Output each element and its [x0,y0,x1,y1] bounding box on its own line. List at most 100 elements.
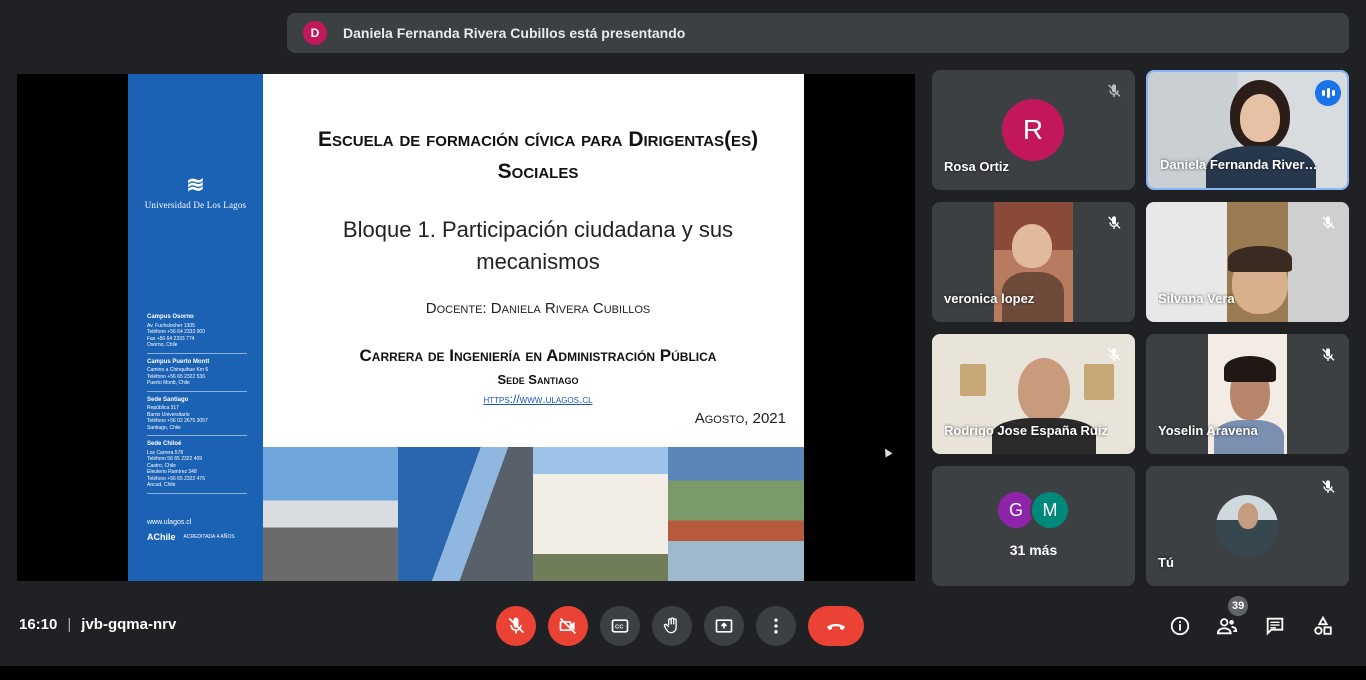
slide-sidebar: ≋ Universidad De Los Lagos Campus Osorno… [128,74,263,581]
mouse-cursor-icon [881,446,893,458]
campus-title: Sede Chiloé [147,441,182,447]
meeting-details: 16:10 | jvb-gqma-nrv [19,616,176,633]
campus-photo [668,447,804,581]
picture-frame [960,364,986,396]
meeting-info-button[interactable] [1168,614,1192,638]
slide-teacher: Docente: Daniela Rivera Cubillos [425,300,651,317]
participant-tile[interactable]: Silvana Vera [1146,202,1349,322]
university-name: Universidad De Los Lagos [144,200,247,210]
participant-tile-active[interactable]: Daniela Fernanda River… [1146,70,1349,190]
mic-off-icon [1103,344,1125,366]
presenting-text: Daniela Fernanda Rivera Cubillos está pr… [343,25,686,41]
svg-text:CC: CC [615,625,624,631]
meeting-code: jvb-gqma-nrv [81,616,177,633]
participant-hair [1224,356,1276,382]
slide-subtitle-line: Bloque 1. Participación ciudadana y sus [342,217,734,242]
accreditation-text: ACREDITADA 4 AÑOS [183,534,235,540]
mic-off-icon [1317,212,1339,234]
participant-name: Rosa Ortiz [944,159,1010,174]
participant-name: Daniela Fernanda River… [1160,157,1318,172]
participant-hair [1228,246,1292,272]
participant-avatar: R [1002,99,1064,161]
presenting-banner: D Daniela Fernanda Rivera Cubillos está … [287,13,1349,53]
participant-name: veronica lopez [944,291,1035,306]
campus-title: Campus Osorno [147,314,194,320]
participant-face [1240,94,1280,142]
slide-url-link[interactable]: https://www.ulagos.cl [273,392,803,406]
campus-title: Campus Puerto Montt [147,358,210,365]
captions-icon: CC [611,619,629,633]
people-icon [1216,618,1238,635]
campus-group: Campus Osorno Av. Fuchslocher 1305 Teléf… [147,312,247,354]
participant-tile[interactable]: R Rosa Ortiz [932,70,1135,190]
campus-photo [398,447,533,581]
participant-name: Yoselin Aravena [1158,423,1258,438]
mic-off-icon [1317,344,1339,366]
people-button[interactable] [1215,614,1239,638]
campus-group: Campus Puerto Montt Camino a Chinquihue … [147,357,247,392]
mic-off-icon [1103,80,1125,102]
participant-face [1018,358,1070,422]
campus-photo-strip [263,447,804,581]
more-avatars: G M [996,490,1070,530]
presentation-stage[interactable]: ≋ Universidad De Los Lagos Campus Osorno… [17,74,915,581]
end-call-icon [827,624,845,630]
participant-name: Silvana Vera [1158,291,1235,306]
campus-title: Sede Santiago [147,396,189,403]
self-avatar [1216,495,1278,557]
campus-photo [533,447,668,581]
raise-hand-icon [663,617,677,634]
self-face [1238,503,1258,529]
mic-off-icon [508,617,525,634]
present-now-button[interactable] [704,606,744,646]
activities-icon [1314,615,1332,635]
slide-title-line: Escuela de formación cívica para Dirigen… [317,128,759,151]
campus-list: Campus Osorno Av. Fuchslocher 1305 Teléf… [147,312,247,497]
campus-group: Sede Chiloé Los Carrera 578 Teléfono 56 … [147,439,247,494]
accreditation-logo: AChile [147,532,176,542]
participant-face [1012,224,1052,268]
more-participants-tile[interactable]: G M 31 más [932,466,1135,586]
camera-off-icon [559,617,577,635]
captions-button[interactable]: CC [600,606,640,646]
self-tile[interactable]: Tú [1146,466,1349,586]
separator: | [67,616,72,633]
campus-line: Puerto Montt, Chile [147,380,190,386]
picture-frame [1084,364,1114,400]
bottom-toolbar: 16:10 | jvb-gqma-nrv CC 39 [0,596,1366,656]
accreditation: AChile ACREDITADA 4 AÑOS [147,532,235,542]
participant-avatar: M [1030,490,1070,530]
more-options-icon [774,618,778,634]
window-bottom-edge [0,666,1366,680]
slide-title: Escuela de formación cívica para Dirigen… [273,124,803,188]
end-call-button[interactable] [808,606,864,646]
mic-off-icon [1317,476,1339,498]
presenter-avatar: D [303,21,327,45]
participant-count-badge: 39 [1228,596,1249,616]
chat-button[interactable] [1263,614,1287,638]
campus-line: Santiago, Chile [147,424,181,431]
slide-subtitle: Bloque 1. Participación ciudadana y sus … [273,214,803,278]
chat-icon [1266,617,1284,636]
raise-hand-button[interactable] [652,606,692,646]
university-logo: ≋ Universidad De Los Lagos [128,174,263,211]
campus-photo [263,447,398,581]
info-icon [1170,616,1190,636]
microphone-toggle-button[interactable] [496,606,536,646]
slide-subtitle-line: mecanismos [476,249,600,274]
participant-name: Tú [1158,555,1174,570]
slide-date: Agosto, 2021 [694,410,786,427]
more-options-button[interactable] [756,606,796,646]
participant-tile[interactable]: Yoselin Aravena [1146,334,1349,454]
presentation-slide: ≋ Universidad De Los Lagos Campus Osorno… [128,74,804,581]
present-screen-icon [715,619,733,633]
camera-toggle-button[interactable] [548,606,588,646]
activities-button[interactable] [1311,614,1335,638]
participant-tile[interactable]: Rodrigo Jose España Ruiz [932,334,1135,454]
meet-window: D Daniela Fernanda Rivera Cubillos está … [0,0,1366,680]
speaking-indicator-icon [1315,80,1341,106]
participant-tile[interactable]: veronica lopez [932,202,1135,322]
slide-sede: Sede Santiago [497,372,579,387]
mic-off-icon [1103,212,1125,234]
clock-time: 16:10 [19,616,58,633]
